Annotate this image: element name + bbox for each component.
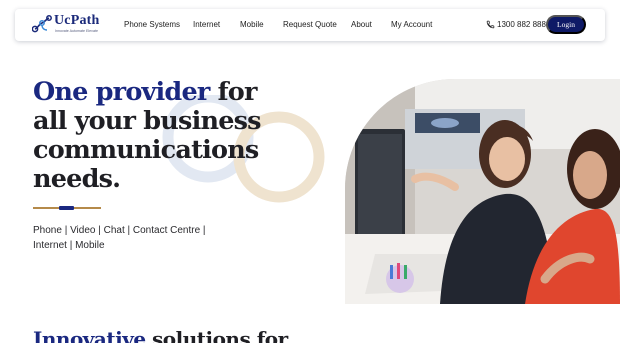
section-heading-accent: Innovative [33,327,146,343]
nav-item-mobile[interactable]: Mobile [240,20,264,29]
services-list: Phone | Video | Chat | Contact Centre | … [33,223,253,253]
phone-icon [486,20,495,29]
brand-logo[interactable]: UcPath Innovate Automate Elevate [32,13,104,36]
brand-name: UcPath [54,13,100,28]
nav-item-request-quote[interactable]: Request Quote [283,20,337,29]
section-heading-rest: solutions for [152,327,288,343]
top-navigation-bar: UcPath Innovate Automate Elevate Phone S… [15,9,605,41]
services-line-2: Internet | Mobile [33,240,105,251]
nav-item-phone-systems[interactable]: Phone Systems [124,20,180,29]
services-line-1: Phone | Video | Chat | Contact Centre | [33,225,206,236]
login-button[interactable]: Login [546,15,586,34]
nav-item-my-account[interactable]: My Account [391,20,432,29]
hero-title: One provider for all your business commu… [33,78,263,194]
nav-item-internet[interactable]: Internet [193,20,220,29]
nav-item-about[interactable]: About [351,20,372,29]
hero-photo-illustration [345,79,620,304]
section-heading: Innovative solutions for [33,327,288,343]
brand-tagline: Innovate Automate Elevate [55,29,98,33]
hero-divider-accent [59,206,74,210]
hero-image [345,79,620,304]
hero-title-accent: One provider [33,77,210,107]
phone-number: 1300 882 888 [497,20,546,29]
ucpath-logo-icon [32,15,52,33]
